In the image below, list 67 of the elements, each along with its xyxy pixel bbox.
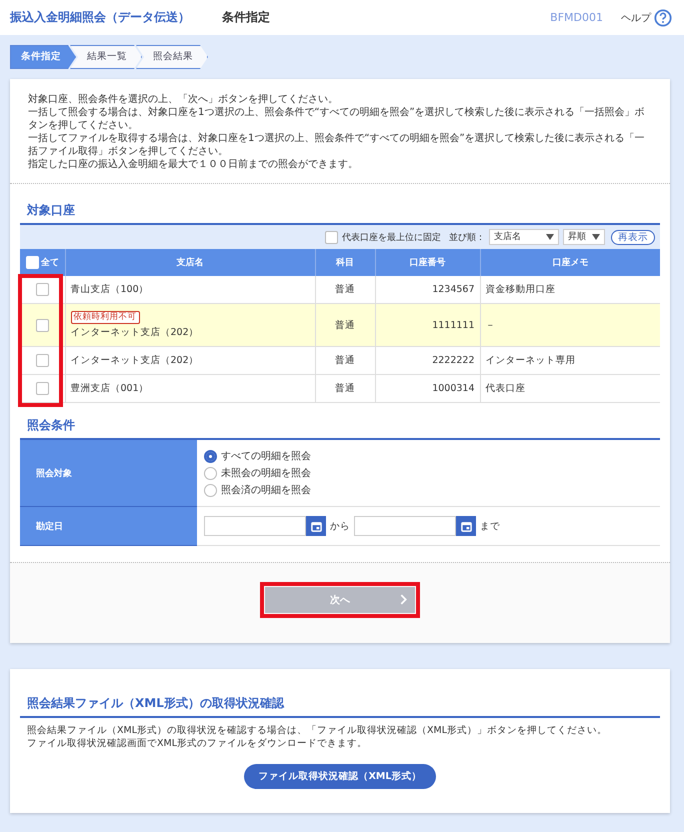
instruction-text: 一括して照会する場合は、対象口座を1つ選択の上、照会条件で“すべての明細を照会”を選択して検索した後に表示される「一括照会」ボタンを押してください。 — [28, 106, 646, 132]
table-cell: － — [486, 320, 496, 330]
table-cell: 資金移動用口座 — [486, 284, 556, 295]
page-subtitle: 条件指定 — [222, 9, 270, 26]
radio-label: 未照会の明細を照会 — [221, 466, 311, 480]
table-cell: 普通 — [335, 320, 355, 330]
help-icon[interactable] — [654, 8, 672, 26]
row-checkbox[interactable] — [36, 382, 49, 395]
table-cell: 普通 — [335, 383, 355, 394]
table-row[interactable]: 依頼時利用不可 インターネット支店（202） 普通 1111111 － — [20, 304, 660, 346]
status-badge: 依頼時利用不可 — [70, 311, 140, 324]
instruction-text: 対象口座、照会条件を選択の上、「次へ」ボタンを押してください。 — [28, 93, 339, 106]
radio-button[interactable] — [204, 466, 217, 480]
date-field[interactable] — [204, 516, 306, 536]
radio-label: すべての明細を照会 — [221, 450, 311, 463]
row-checkbox[interactable] — [36, 283, 49, 296]
description-text: 照会結果ファイル（XML形式）の取得状況を確認する場合は、「ファイル取得状況確認（XML形式）」ボタンを押してください。 — [26, 724, 608, 737]
table-cell: 1234567 — [432, 284, 474, 295]
table-cell: 豊洲支店（001） — [70, 383, 149, 394]
progress-step: 条件指定 — [10, 45, 76, 69]
description-text: ファイル取得状況確認画面でXML形式のファイルをダウンロードできます。 — [26, 737, 368, 750]
table-cell: 1111111 — [432, 320, 474, 330]
column-header: 口座メモ — [480, 249, 660, 276]
sort-order-dropdown[interactable]: 昇順 — [563, 229, 605, 245]
calendar-icon[interactable] — [456, 516, 476, 536]
chevron-icon — [400, 594, 407, 605]
row-header: 照会対象 — [20, 440, 197, 506]
table-row[interactable]: インターネット支店（202） 普通 2222222 インターネット専用 — [20, 346, 660, 374]
radio-button[interactable] — [204, 484, 217, 496]
range-from-label: から — [330, 520, 350, 532]
table-cell: 普通 — [335, 355, 355, 366]
row-checkbox[interactable] — [36, 318, 49, 332]
checkbox-label: 代表口座を最上位に固定 — [342, 232, 441, 244]
page-title: 振込入金明細照会（データ伝送） — [10, 9, 190, 26]
table-row[interactable]: 豊洲支店（001） 普通 1000314 代表口座 — [20, 374, 660, 402]
radio-button[interactable] — [204, 450, 217, 462]
row-header: 勘定日 — [20, 506, 197, 546]
select-all-checkbox[interactable] — [26, 256, 39, 269]
refresh-button[interactable]: 再表示 — [611, 230, 655, 244]
help-link[interactable]: ヘルプ — [621, 10, 651, 24]
table-cell: 青山支店（100） — [70, 284, 149, 295]
table-cell: 普通 — [335, 284, 355, 295]
select-all-label: 全て — [40, 256, 59, 269]
progress-step: 結果一覧 — [70, 45, 142, 69]
file-status-button[interactable]: ファイル取得状況確認（XML形式） — [244, 764, 436, 789]
radio-label: 照会済の明細を照会 — [221, 484, 311, 497]
table-cell: 1000314 — [432, 383, 474, 394]
column-header: 口座番号 — [375, 249, 480, 276]
screen-id: BFMD001 — [550, 11, 603, 24]
calendar-icon[interactable] — [306, 516, 326, 536]
table-cell: インターネット支店（202） — [70, 327, 199, 338]
table-cell: 2222222 — [432, 355, 474, 366]
sort-field-dropdown[interactable]: 支店名 — [489, 229, 559, 245]
section-heading: 照会結果ファイル（XML形式）の取得状況確認 — [20, 695, 660, 718]
table-cell: インターネット支店（202） — [70, 355, 199, 366]
column-header: 科目 — [315, 249, 375, 276]
date-field[interactable] — [354, 516, 456, 536]
checkbox[interactable] — [325, 230, 338, 244]
column-header: 支店名 — [65, 249, 315, 276]
sort-label: 並び順： — [449, 232, 485, 244]
table-cell: 代表口座 — [486, 383, 526, 394]
progress-step: 照会結果 — [136, 45, 208, 69]
instruction-text: 指定した口座の振込入金明細を最大で１００日前までの照会ができます。 — [28, 158, 359, 171]
range-to-label: まで — [480, 520, 500, 532]
instruction-text: 一括してファイルを取得する場合は、対象口座を1つ選択の上、照会条件で“すべての明細を照会”を選択して検索した後に表示される「一括ファイル取得」ボタンを押してください。 — [28, 132, 646, 158]
row-checkbox[interactable] — [36, 354, 49, 367]
table-cell: インターネット専用 — [486, 355, 576, 366]
